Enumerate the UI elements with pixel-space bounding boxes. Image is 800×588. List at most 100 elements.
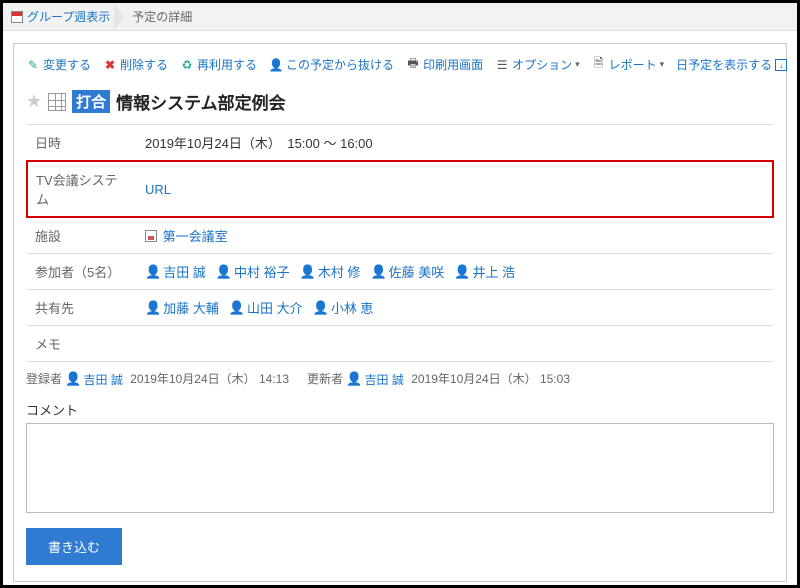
- attendee-user-name: 木村 修: [318, 262, 361, 281]
- registrant-name: 吉田 誠: [84, 371, 123, 388]
- leave-label: この予定から抜ける: [286, 56, 394, 73]
- registrant-time: 2019年10月24日（木） 14:13: [130, 372, 289, 386]
- updater-name: 吉田 誠: [365, 371, 404, 388]
- user-icon: 👤: [65, 371, 81, 387]
- chevron-down-icon: ▾: [575, 59, 580, 70]
- chevron-down-icon: ▾: [660, 59, 665, 70]
- pencil-icon: ✎: [26, 58, 40, 72]
- label-tvconf: TV会議システム: [27, 161, 137, 217]
- facility-link[interactable]: 第一会議室: [145, 229, 228, 244]
- tvconf-url-link[interactable]: URL: [145, 182, 171, 197]
- toolbar: ✎ 変更する ✖ 削除する ♻ 再利用する 👤 この予定から抜ける 🖶 印刷用画…: [26, 52, 774, 83]
- attendee-user-link[interactable]: 👤中村 裕子: [216, 262, 290, 281]
- row-shared: 共有先 👤加藤 大輔👤山田 大介👤小林 恵: [27, 290, 773, 326]
- attendee-user-name: 吉田 誠: [163, 262, 206, 281]
- attendee-user-name: 井上 浩: [472, 262, 515, 281]
- user-icon: 👤: [145, 264, 161, 280]
- shared-user-name: 加藤 大輔: [163, 298, 219, 317]
- edit-button[interactable]: ✎ 変更する: [26, 56, 91, 73]
- updater-user-link[interactable]: 👤 吉田 誠: [346, 371, 404, 388]
- user-icon: 👤: [300, 264, 316, 280]
- shared-user-name: 山田 大介: [247, 298, 303, 317]
- shared-user-link[interactable]: 👤山田 大介: [229, 298, 303, 317]
- registrant-block: 登録者 👤 吉田 誠 2019年10月24日（木） 14:13: [26, 370, 289, 388]
- delete-button[interactable]: ✖ 削除する: [103, 56, 168, 73]
- reuse-label: 再利用する: [197, 56, 257, 73]
- recycle-icon: ♻: [180, 58, 194, 72]
- comment-textarea[interactable]: [26, 423, 774, 513]
- attendee-user-link[interactable]: 👤井上 浩: [454, 262, 515, 281]
- shared-user-link[interactable]: 👤加藤 大輔: [145, 298, 219, 317]
- breadcrumb-parent-link[interactable]: グループ週表示: [9, 8, 114, 25]
- label-shared: 共有先: [27, 290, 137, 326]
- chevron-right-icon: [114, 3, 124, 31]
- attendee-user-name: 中村 裕子: [234, 262, 290, 281]
- label-facility: 施設: [27, 217, 137, 254]
- details-table: 日時 2019年10月24日（木） 15:00 〜 16:00 TV会議システム…: [26, 124, 774, 362]
- user-icon: 👤: [145, 300, 161, 316]
- row-facility: 施設 第一会議室: [27, 217, 773, 254]
- document-icon: 🗎: [592, 58, 606, 72]
- room-icon: [145, 230, 157, 242]
- attendee-user-link[interactable]: 👤吉田 誠: [145, 262, 206, 281]
- print-button[interactable]: 🖶 印刷用画面: [406, 56, 483, 73]
- show-day-label: 日予定を表示する: [676, 56, 772, 73]
- attendee-user-link[interactable]: 👤佐藤 美咲: [370, 262, 444, 281]
- delete-label: 削除する: [120, 56, 168, 73]
- leave-button[interactable]: 👤 この予定から抜ける: [269, 56, 394, 73]
- leave-icon: 👤: [269, 58, 283, 72]
- shared-cell: 👤加藤 大輔👤山田 大介👤小林 恵: [137, 290, 773, 326]
- user-icon: 👤: [229, 300, 245, 316]
- label-attendees: 参加者（5名）: [27, 254, 137, 290]
- breadcrumb-current: 予定の詳細: [128, 8, 192, 25]
- updater-block: 更新者 👤 吉田 誠 2019年10月24日（木） 15:03: [307, 370, 570, 388]
- breadcrumb-parent-label: グループ週表示: [27, 8, 110, 25]
- printer-icon: 🖶: [406, 58, 420, 72]
- user-icon: 👤: [216, 264, 232, 280]
- download-icon: ↓: [775, 59, 787, 71]
- attendee-user-name: 佐藤 美咲: [389, 262, 445, 281]
- star-icon[interactable]: ★: [26, 91, 42, 112]
- updater-time: 2019年10月24日（木） 15:03: [411, 372, 570, 386]
- user-icon: 👤: [346, 371, 362, 387]
- grid-icon: [48, 93, 66, 111]
- event-header: ★ 打合 情報システム部定例会: [26, 89, 774, 114]
- edit-label: 変更する: [43, 56, 91, 73]
- shared-user-name: 小林 恵: [331, 298, 374, 317]
- event-title: 情報システム部定例会: [116, 89, 286, 114]
- attendees-cell: 👤吉田 誠👤中村 裕子👤木村 修👤佐藤 美咲👤井上 浩: [137, 254, 773, 290]
- print-label: 印刷用画面: [423, 56, 483, 73]
- label-memo: メモ: [27, 326, 137, 362]
- registrant-label: 登録者: [26, 372, 62, 386]
- registrant-user-link[interactable]: 👤 吉田 誠: [65, 371, 123, 388]
- shared-user-link[interactable]: 👤小林 恵: [313, 298, 374, 317]
- user-icon: 👤: [370, 264, 386, 280]
- reuse-button[interactable]: ♻ 再利用する: [180, 56, 257, 73]
- row-attendees: 参加者（5名） 👤吉田 誠👤中村 裕子👤木村 修👤佐藤 美咲👤井上 浩: [27, 254, 773, 290]
- facility-name: 第一会議室: [163, 229, 228, 244]
- user-icon: 👤: [454, 264, 470, 280]
- value-datetime: 2019年10月24日（木） 15:00 〜 16:00: [137, 125, 773, 162]
- event-tag: 打合: [72, 90, 110, 113]
- attendee-user-link[interactable]: 👤木村 修: [300, 262, 361, 281]
- row-memo: メモ: [27, 326, 773, 362]
- list-icon: ☰: [495, 58, 509, 72]
- updater-label: 更新者: [307, 372, 343, 386]
- breadcrumb: グループ週表示 予定の詳細: [3, 3, 797, 31]
- row-tvconf: TV会議システム URL: [27, 161, 773, 217]
- show-day-button[interactable]: 日予定を表示する ↓: [676, 56, 787, 73]
- report-label: レポート: [609, 56, 657, 73]
- meta-line: 登録者 👤 吉田 誠 2019年10月24日（木） 14:13 更新者 👤 吉田…: [26, 362, 774, 392]
- options-button[interactable]: ☰ オプション ▾: [495, 56, 580, 73]
- submit-comment-button[interactable]: 書き込む: [26, 528, 122, 565]
- row-datetime: 日時 2019年10月24日（木） 15:00 〜 16:00: [27, 125, 773, 162]
- calendar-icon: [11, 11, 23, 23]
- label-datetime: 日時: [27, 125, 137, 162]
- value-memo: [137, 326, 773, 362]
- report-button[interactable]: 🗎 レポート ▾: [592, 56, 665, 73]
- main-panel: ✎ 変更する ✖ 削除する ♻ 再利用する 👤 この予定から抜ける 🖶 印刷用画…: [13, 43, 787, 582]
- comment-label: コメント: [26, 400, 774, 419]
- user-icon: 👤: [313, 300, 329, 316]
- options-label: オプション: [512, 56, 572, 73]
- x-icon: ✖: [103, 58, 117, 72]
